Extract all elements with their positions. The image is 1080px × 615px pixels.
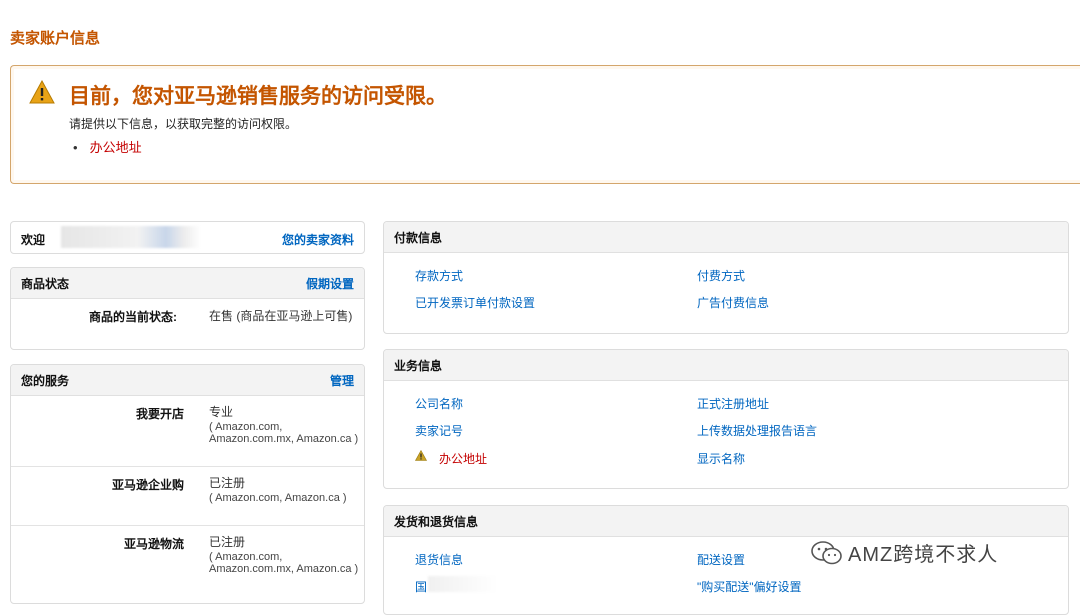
service-marketplaces: ( Amazon.com, Amazon.com.mx, Amazon.ca ) <box>209 421 359 445</box>
buy-shipping-preferences-link[interactable]: "购买配送"偏好设置 <box>697 578 802 595</box>
business-title: 业务信息 <box>394 358 443 373</box>
service-status: 专业 ( Amazon.com, Amazon.com.mx, Amazon.c… <box>209 405 359 445</box>
service-name: 亚马逊物流 <box>123 537 184 551</box>
welcome-label: 欢迎 <box>21 233 46 247</box>
deposit-method-link[interactable]: 存款方式 <box>415 267 463 284</box>
alert-item-label[interactable]: 办公地址 <box>90 140 142 155</box>
vacation-settings-link[interactable]: 假期设置 <box>306 275 354 292</box>
display-name-link[interactable]: 显示名称 <box>697 450 745 467</box>
service-name: 我要开店 <box>135 407 184 421</box>
service-status-label: 专业 <box>209 405 234 419</box>
upload-report-language-link[interactable]: 上传数据处理报告语言 <box>697 422 817 439</box>
blurred-seller-name <box>61 226 201 248</box>
service-marketplaces: ( Amazon.com, Amazon.ca ) <box>209 492 347 504</box>
payment-header: 付款信息 <box>384 222 1068 253</box>
business-header: 业务信息 <box>384 350 1068 381</box>
your-services-box: 您的服务 管理 我要开店 专业 ( Amazon.com, Amazon.com… <box>10 364 365 604</box>
shipping-settings-link[interactable]: 配送设置 <box>697 551 745 568</box>
listing-status-key: 商品的当前状态: <box>89 310 177 324</box>
services-title: 您的服务 <box>21 373 70 388</box>
alert-heading: 目前，您对亚马逊销售服务的访问受限。 <box>69 85 447 108</box>
service-status: 已注册 ( Amazon.com, Amazon.com.mx, Amazon.… <box>209 535 359 575</box>
listing-status-value: 在售 (商品在亚马逊上可售) <box>209 309 353 323</box>
warning-icon <box>415 450 427 461</box>
blurred-text <box>428 576 498 592</box>
payment-title: 付款信息 <box>394 230 443 245</box>
manage-services-link[interactable]: 管理 <box>330 372 354 389</box>
service-status: 已注册 ( Amazon.com, Amazon.ca ) <box>209 476 359 504</box>
divider <box>11 525 364 526</box>
alert-text: 请提供以下信息，以获取完整的访问权限。 <box>69 117 298 131</box>
bullet-mark: • <box>73 140 78 155</box>
shipping-header: 发货和退货信息 <box>384 506 1068 537</box>
company-name-link[interactable]: 公司名称 <box>415 395 463 412</box>
divider <box>11 466 364 467</box>
listing-status-box: 商品状态 假期设置 商品的当前状态: 在售 (商品在亚马逊上可售) <box>10 267 365 350</box>
international-link[interactable]: 国 <box>415 578 427 595</box>
merchant-token-link[interactable]: 卖家记号 <box>415 422 463 439</box>
payment-info-box: 付款信息 存款方式 付费方式 已开发票订单付款设置 广告付费信息 <box>383 221 1069 334</box>
shipping-title: 发货和退货信息 <box>394 514 479 529</box>
invoiced-order-payment-settings-link[interactable]: 已开发票订单付款设置 <box>415 294 535 311</box>
services-header: 您的服务 管理 <box>11 365 364 396</box>
page-title: 卖家账户信息 <box>10 30 101 47</box>
charge-method-link[interactable]: 付费方式 <box>697 267 745 284</box>
business-info-box: 业务信息 公司名称 正式注册地址 卖家记号 上传数据处理报告语言 办公地址 显示… <box>383 349 1069 489</box>
service-marketplaces: ( Amazon.com, Amazon.com.mx, Amazon.ca ) <box>209 551 359 575</box>
seller-profile-link[interactable]: 您的卖家资料 <box>282 231 354 248</box>
service-name: 亚马逊企业购 <box>111 478 184 492</box>
watermark-text: AMZ跨境不求人 <box>848 544 999 566</box>
service-status-label: 已注册 <box>209 476 246 490</box>
welcome-box: 欢迎 您的卖家资料 <box>10 221 365 254</box>
advertising-payment-info-link[interactable]: 广告付费信息 <box>697 294 769 311</box>
listing-status-title: 商品状态 <box>21 276 70 291</box>
registered-address-link[interactable]: 正式注册地址 <box>697 395 769 412</box>
alert-missing-item[interactable]: • 办公地址 <box>73 137 142 156</box>
listing-status-header: 商品状态 假期设置 <box>11 268 364 299</box>
access-restricted-alert: 目前，您对亚马逊销售服务的访问受限。 请提供以下信息，以获取完整的访问权限。 •… <box>10 65 1080 184</box>
watermark: AMZ跨境不求人 <box>810 538 998 567</box>
office-address-link[interactable]: 办公地址 <box>439 450 487 467</box>
wechat-icon <box>811 540 842 564</box>
warning-icon <box>29 80 55 104</box>
return-info-link[interactable]: 退货信息 <box>415 551 463 568</box>
service-status-label: 已注册 <box>209 535 246 549</box>
